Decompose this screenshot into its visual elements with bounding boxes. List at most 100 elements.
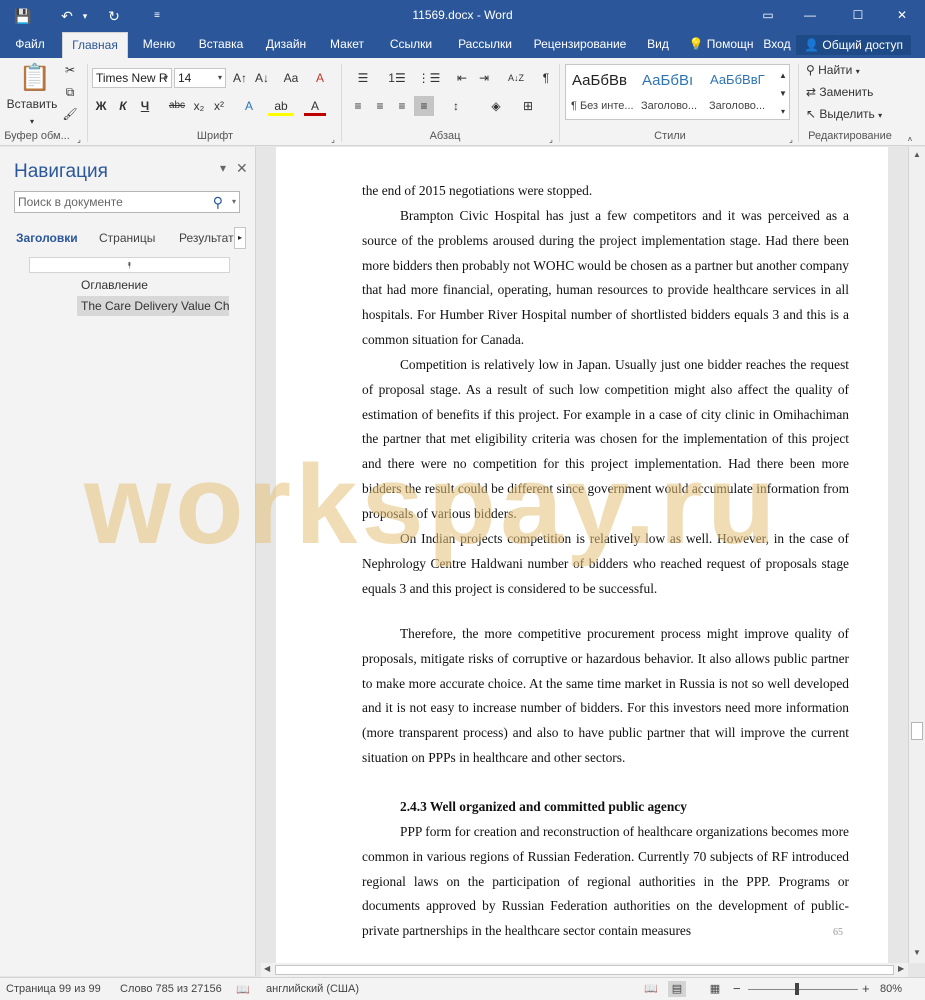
redo-icon[interactable]: ↻ [103, 6, 125, 26]
zoom-level[interactable]: 80% [880, 983, 902, 995]
scroll-down-icon[interactable]: ▼ [912, 947, 922, 959]
highlight-icon[interactable]: ab [268, 96, 294, 116]
find-button[interactable]: ⚲ Найти ▾ [806, 60, 878, 80]
search-icon[interactable]: ⚲ [213, 192, 223, 212]
undo-dropdown-icon[interactable]: ▾ [80, 6, 90, 26]
paste-icon[interactable]: 📋 [18, 62, 52, 96]
line-spacing-icon[interactable]: ↕ [442, 96, 470, 116]
tab-insert[interactable]: Вставка [192, 32, 250, 58]
align-right-icon[interactable]: ≡ [392, 96, 412, 116]
read-mode-icon[interactable]: 📖 [642, 981, 660, 997]
scroll-thumb[interactable] [911, 722, 923, 740]
nav-heading-item[interactable]: Оглавление [77, 275, 229, 295]
justify-icon[interactable]: ≡ [414, 96, 434, 116]
format-painter-icon[interactable]: 🖌 [60, 104, 80, 124]
zoom-slider-thumb[interactable] [795, 983, 799, 995]
change-case-icon[interactable]: Aa [278, 68, 304, 88]
styles-scroll-down-icon[interactable]: ▼ [777, 84, 789, 100]
text-effects-icon[interactable]: A [238, 96, 260, 116]
paste-button[interactable]: Вставить [6, 94, 58, 114]
nav-tab-headings[interactable]: Заголовки [16, 231, 78, 245]
vertical-scrollbar[interactable]: ▲ ▼ [908, 147, 925, 963]
horizontal-scrollbar[interactable]: ◀ ▶ [261, 963, 908, 977]
scroll-right-icon[interactable]: ▶ [898, 964, 904, 973]
ribbon-display-icon[interactable]: ▭ [748, 4, 788, 26]
tab-references[interactable]: Ссылки [382, 32, 440, 58]
multilevel-list-icon[interactable]: ⋮☰ [414, 68, 444, 88]
tab-layout[interactable]: Макет [322, 32, 372, 58]
nav-tab-pages[interactable]: Страницы [99, 231, 155, 245]
bullets-icon[interactable]: ☰ [348, 68, 378, 88]
sort-icon[interactable]: A↓Z [504, 68, 528, 88]
paste-dropdown-icon[interactable]: ▾ [26, 112, 38, 132]
nav-search-input[interactable]: Поиск в документе ⚲ ▾ [14, 191, 240, 213]
superscript-button[interactable]: x² [210, 96, 228, 116]
tab-home[interactable]: Главная [62, 32, 128, 58]
align-left-icon[interactable]: ≡ [348, 96, 368, 116]
customize-toolbar-icon[interactable]: ≡ [147, 6, 167, 26]
tab-design[interactable]: Дизайн [258, 32, 314, 58]
share-button[interactable]: 👤 Общий доступ [796, 35, 911, 55]
chevron-down-icon[interactable]: ▾ [232, 192, 236, 212]
borders-icon[interactable]: ⊞ [514, 96, 542, 116]
nav-close-icon[interactable]: ✕ [236, 160, 248, 177]
bold-button[interactable]: Ж [92, 96, 110, 116]
scroll-track[interactable] [275, 965, 894, 975]
styles-more-icon[interactable]: ▾ [777, 102, 789, 118]
tab-review[interactable]: Рецензирование [528, 32, 632, 58]
document-page[interactable]: the end of 2015 negotiations were stoppe… [276, 147, 888, 963]
scroll-left-icon[interactable]: ◀ [264, 964, 270, 973]
shrink-font-icon[interactable]: A↓ [252, 68, 272, 88]
font-name-combo[interactable]: Times New R ▾ [92, 68, 172, 88]
increase-indent-icon[interactable]: ⇥ [474, 68, 494, 88]
strikethrough-button[interactable]: abc [166, 96, 188, 116]
align-center-icon[interactable]: ≡ [370, 96, 390, 116]
undo-icon[interactable]: ↶ [56, 6, 78, 26]
font-size-combo[interactable]: 14 ▾ [174, 68, 226, 88]
zoom-out-button[interactable]: − [733, 981, 741, 996]
minimize-icon[interactable]: — [790, 4, 830, 26]
zoom-slider[interactable] [748, 989, 858, 990]
person-icon: 👤 [804, 38, 820, 52]
shading-icon[interactable]: ◈ [482, 96, 510, 116]
language-status[interactable]: английский (США) [266, 983, 359, 995]
numbering-icon[interactable]: 1☰ [382, 68, 412, 88]
underline-button[interactable]: Ч [136, 96, 154, 116]
nav-tab-results[interactable]: Результате [179, 231, 240, 245]
proofing-icon[interactable]: 📖 [236, 983, 250, 996]
collapse-all-bar[interactable]: ⯭ [29, 257, 230, 273]
sign-in-link[interactable]: Вход [760, 32, 794, 58]
style-heading-2[interactable]: АаБбВвГ Заголово... [705, 66, 771, 116]
decrease-indent-icon[interactable]: ⇤ [452, 68, 472, 88]
close-icon[interactable]: ✕ [882, 4, 922, 26]
zoom-in-button[interactable]: + [862, 981, 870, 996]
copy-icon[interactable]: ⧉ [60, 82, 80, 102]
replace-button[interactable]: ⇄ Заменить [806, 82, 886, 102]
web-layout-icon[interactable]: ▦ [706, 981, 724, 997]
tab-file[interactable]: Файл [8, 32, 52, 58]
italic-button[interactable]: К [114, 96, 132, 116]
nav-options-icon[interactable]: ▾ [220, 161, 226, 175]
font-color-icon[interactable]: A [304, 96, 326, 116]
scroll-up-icon[interactable]: ▲ [912, 149, 922, 161]
select-button[interactable]: ↖ Выделить ▾ [806, 104, 890, 124]
save-icon[interactable]: 💾 [12, 6, 34, 26]
nav-tabs-scroll-icon[interactable]: ▸ [234, 227, 246, 249]
subscript-button[interactable]: x₂ [190, 96, 208, 116]
tab-menu[interactable]: Меню [134, 32, 184, 58]
tab-view[interactable]: Вид [640, 32, 676, 58]
tell-me[interactable]: 💡 Помощн [686, 32, 756, 58]
tab-mailings[interactable]: Рассылки [450, 32, 520, 58]
nav-heading-item[interactable]: The Care Delivery Value Ch... [77, 296, 229, 316]
word-count-status[interactable]: Слово 785 из 27156 [120, 983, 222, 995]
clear-formatting-icon[interactable]: A [310, 68, 330, 88]
show-marks-icon[interactable]: ¶ [536, 68, 556, 88]
style-heading-1[interactable]: АаБбВı Заголово... [637, 66, 703, 116]
cut-icon[interactable]: ✂ [60, 60, 80, 80]
page-count-status[interactable]: Страница 99 из 99 [6, 983, 101, 995]
grow-font-icon[interactable]: A↑ [230, 68, 250, 88]
styles-scroll-up-icon[interactable]: ▲ [777, 66, 789, 82]
maximize-icon[interactable]: ☐ [838, 4, 878, 26]
style-no-spacing[interactable]: АаБбВв ¶ Без инте... [567, 66, 634, 116]
print-layout-icon[interactable]: ▤ [668, 981, 686, 997]
